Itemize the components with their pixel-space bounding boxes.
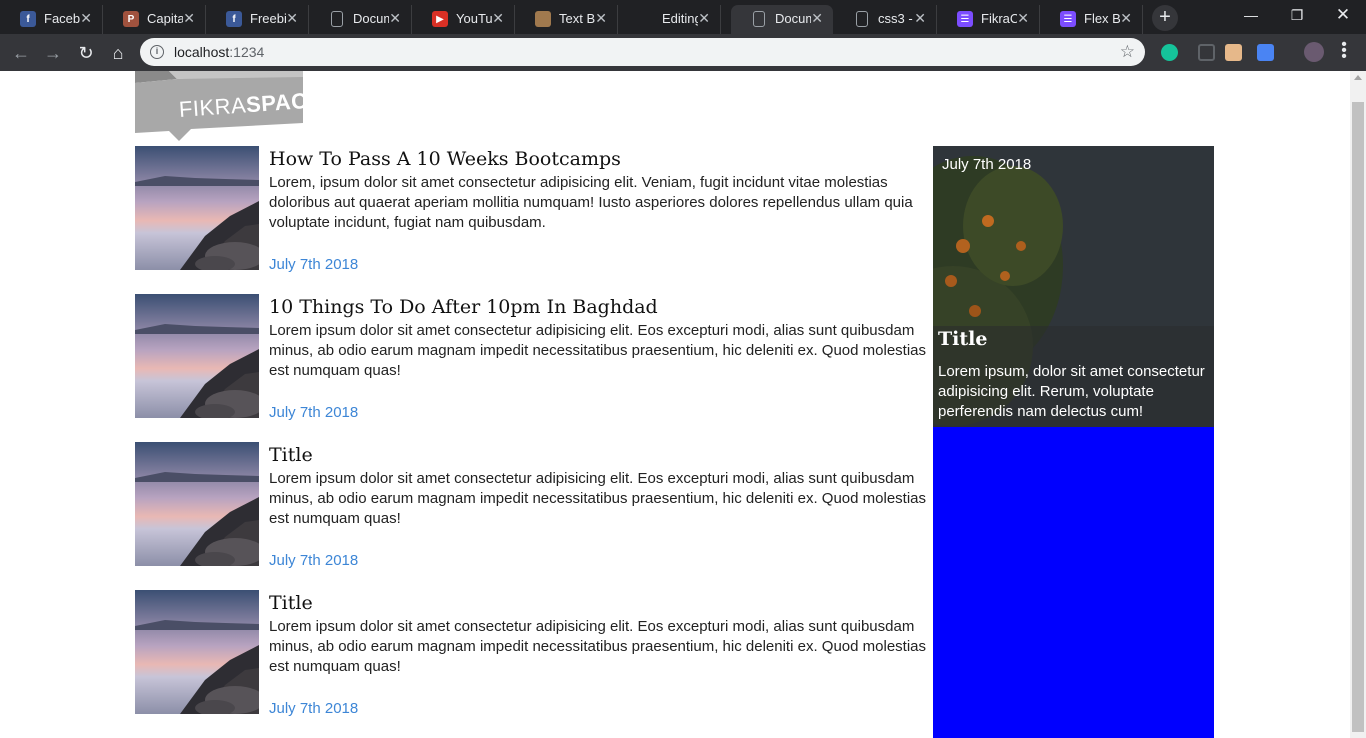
fikraspace-logo: FIKRASPACE xyxy=(135,71,323,143)
reload-icon[interactable]: ↻ xyxy=(75,42,97,64)
document-icon xyxy=(856,11,868,27)
tab-label: Docum xyxy=(775,11,811,26)
post-excerpt: Lorem ipsum dolor sit amet consectetur a… xyxy=(269,618,926,675)
restore-button[interactable]: ❐ xyxy=(1274,4,1320,26)
youtube-icon: ▶ xyxy=(432,11,448,27)
tab-2[interactable]: P Capitali✕ xyxy=(103,5,206,34)
pinterest-icon: P xyxy=(123,11,139,27)
bookmark-star-icon[interactable]: ☆ xyxy=(1120,42,1135,62)
post-excerpt: Lorem ipsum dolor sit amet consectetur a… xyxy=(269,322,926,379)
tab-close-icon[interactable]: ✕ xyxy=(286,10,298,27)
post-title[interactable]: 10 Things To Do After 10pm In Baghdad xyxy=(269,296,658,318)
eyedropper-extension-icon[interactable] xyxy=(1198,44,1215,61)
post-card[interactable]: 10 Things To Do After 10pm In Baghdad Lor… xyxy=(135,294,932,421)
post-date-link[interactable]: July 7th 2018 xyxy=(269,404,358,421)
post-thumbnail[interactable] xyxy=(135,146,259,270)
new-tab-button[interactable]: + xyxy=(1152,5,1178,31)
post-title[interactable]: How To Pass A 10 Weeks Bootcamps xyxy=(269,148,621,170)
tab-label: Editing xyxy=(662,11,698,26)
document-icon xyxy=(753,11,765,27)
featured-excerpt: Lorem ipsum, dolor sit amet consectetur … xyxy=(938,363,1205,420)
forward-icon[interactable]: → xyxy=(42,42,64,64)
avatar-extension-icon[interactable] xyxy=(1225,44,1242,61)
tab-close-icon[interactable]: ✕ xyxy=(492,10,504,27)
tab-label: YouTub xyxy=(456,11,492,26)
post-date-link[interactable]: July 7th 2018 xyxy=(269,552,358,569)
grammarly-extension-icon[interactable] xyxy=(1161,44,1178,61)
tab-strip: fFacebook✕PCapitali✕fFreebie✕Docum✕▶YouT… xyxy=(0,0,1366,34)
tab-5[interactable]: ▶ YouTub✕ xyxy=(412,5,515,34)
post-title[interactable]: Title xyxy=(269,444,313,466)
page-scrollbar[interactable] xyxy=(1350,71,1366,738)
tab-label: FikraCa xyxy=(981,11,1017,26)
tab-4[interactable]: Docum ✕ xyxy=(309,5,412,34)
post-card[interactable]: Title Lorem ipsum dolor sit amet consecte… xyxy=(135,590,932,717)
post-date-link[interactable]: July 7th 2018 xyxy=(269,256,358,273)
tab-7[interactable]: Editing ✕ xyxy=(618,5,721,34)
minimize-button[interactable]: — xyxy=(1228,4,1274,26)
browser-toolbar: ← → ↻ ⌂ i localhost:1234 ☆ xyxy=(0,34,1366,71)
scroll-up-arrow-icon[interactable] xyxy=(1354,75,1362,80)
tab-close-icon[interactable]: ✕ xyxy=(811,10,823,27)
chrome-menu-icon[interactable]: • • • xyxy=(1338,37,1350,65)
close-window-button[interactable]: ✕ xyxy=(1320,4,1366,26)
tab-label: css3 - H xyxy=(878,11,914,26)
url-text: localhost:1234 xyxy=(174,44,265,60)
tab-3[interactable]: f Freebie✕ xyxy=(206,5,309,34)
tab-close-icon[interactable]: ✕ xyxy=(80,10,92,27)
tab-label: Text Blo xyxy=(559,11,595,26)
tab-close-icon[interactable]: ✕ xyxy=(1017,10,1029,27)
tab-close-icon[interactable]: ✕ xyxy=(698,10,710,27)
tab-label: Docum xyxy=(353,11,389,26)
tab-label: Facebook xyxy=(44,11,80,26)
tab-label: Flex Bo xyxy=(1084,11,1120,26)
tab-label: Capitali xyxy=(147,11,183,26)
profile-avatar[interactable] xyxy=(1304,42,1324,62)
document-icon xyxy=(331,11,343,27)
tab-9[interactable]: css3 - H✕ xyxy=(834,5,937,34)
post-thumbnail[interactable] xyxy=(135,590,259,714)
page-viewport: FIKRASPACE How To Pass A 10 Weeks Bootca… xyxy=(0,71,1350,738)
featured-date: July 7th 2018 xyxy=(942,156,1032,173)
home-icon[interactable]: ⌂ xyxy=(107,42,129,64)
address-bar[interactable]: i localhost:1234 ☆ xyxy=(140,38,1145,66)
featured-title: Title xyxy=(938,328,988,350)
back-icon[interactable]: ← xyxy=(10,42,32,64)
post-card[interactable]: How To Pass A 10 Weeks Bootcamps Lorem, i… xyxy=(135,146,932,273)
post-thumbnail[interactable] xyxy=(135,442,259,566)
facebook-icon: f xyxy=(226,11,242,27)
featured-card[interactable]: July 7th 2018 Title Lorem ipsum, dolor s… xyxy=(933,146,1214,427)
post-thumbnail[interactable] xyxy=(135,294,259,418)
post-title[interactable]: Title xyxy=(269,592,313,614)
scrollbar-thumb[interactable] xyxy=(1352,102,1364,732)
list-icon: ☰ xyxy=(1060,11,1076,27)
tab-close-icon[interactable]: ✕ xyxy=(1120,10,1132,27)
tab-close-icon[interactable]: ✕ xyxy=(914,10,926,27)
tab-1[interactable]: f Facebook✕ xyxy=(0,5,103,34)
post-date-link[interactable]: July 7th 2018 xyxy=(269,700,358,717)
list-icon: ☰ xyxy=(957,11,973,27)
translate-extension-icon[interactable] xyxy=(1257,44,1274,61)
post-excerpt: Lorem, ipsum dolor sit amet consectetur … xyxy=(269,174,913,231)
post-excerpt: Lorem ipsum dolor sit amet consectetur a… xyxy=(269,470,926,527)
tab-10[interactable]: ☰ FikraCa✕ xyxy=(937,5,1040,34)
facebook-icon: f xyxy=(20,11,36,27)
github-icon xyxy=(638,11,654,27)
info-icon[interactable]: i xyxy=(150,45,164,59)
tab-label: Freebie xyxy=(250,11,286,26)
tab-close-icon[interactable]: ✕ xyxy=(595,10,607,27)
tab-close-icon[interactable]: ✕ xyxy=(183,10,195,27)
post-card[interactable]: Title Lorem ipsum dolor sit amet consecte… xyxy=(135,442,932,569)
tab-6[interactable]: Text Blo✕ xyxy=(515,5,618,34)
tab-close-icon[interactable]: ✕ xyxy=(389,10,401,27)
blue-block xyxy=(933,427,1214,738)
tab-8[interactable]: Docum ✕ xyxy=(731,5,833,34)
tab-11[interactable]: ☰ Flex Bo✕ xyxy=(1040,5,1143,34)
textblock-icon xyxy=(535,11,551,27)
